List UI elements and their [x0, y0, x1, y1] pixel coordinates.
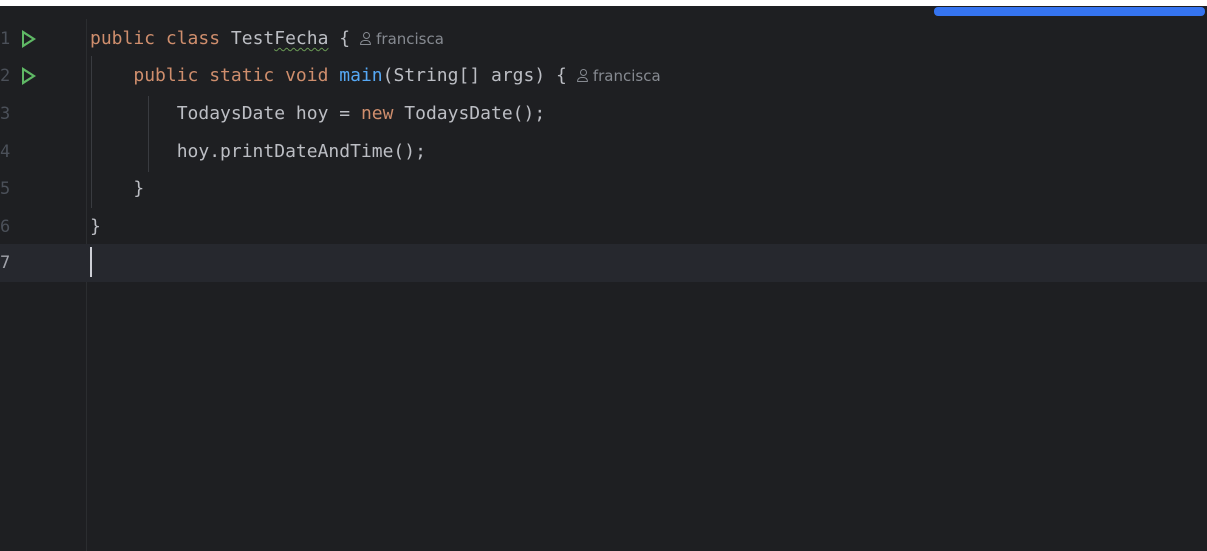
code-line[interactable]: 5 } — [0, 170, 1207, 208]
class-name-typo-warning: Fecha — [274, 28, 329, 49]
method-name: main — [339, 65, 383, 86]
author-name: francisca — [592, 67, 661, 85]
statement: TodaysDate(); — [393, 103, 546, 124]
statement: TodaysDate hoy = — [90, 103, 361, 124]
run-gutter-icon[interactable] — [22, 30, 36, 48]
author-inlay-hint[interactable]: francisca — [360, 30, 444, 48]
line-number: 7 — [0, 253, 10, 273]
person-icon — [360, 32, 372, 45]
code-line[interactable]: 6 } — [0, 208, 1207, 246]
line-number: 4 — [0, 142, 10, 162]
brace: { — [328, 28, 351, 49]
line-number: 1 — [0, 29, 10, 49]
horizontal-scrollbar-thumb[interactable] — [934, 7, 1205, 16]
closing-brace: } — [90, 216, 101, 237]
code-line[interactable]: 3 TodaysDate hoy = new TodaysDate(); — [0, 95, 1207, 133]
line-number: 2 — [0, 66, 10, 86]
keyword: public class — [90, 28, 231, 49]
class-name: Test — [230, 28, 275, 49]
editor-top-border — [0, 0, 1207, 6]
statement: hoy.printDateAndTime(); — [90, 141, 426, 162]
keyword: new — [360, 103, 394, 124]
line-number: 5 — [0, 179, 10, 199]
line-number: 6 — [0, 217, 10, 237]
closing-brace: } — [90, 178, 145, 199]
line-number: 3 — [0, 104, 10, 124]
code-line[interactable]: 2 public static void main(String[] args)… — [0, 57, 1207, 95]
code-line-current[interactable]: 7 — [0, 244, 1207, 282]
run-gutter-icon[interactable] — [22, 67, 36, 85]
code-editor[interactable]: 1 public class TestFecha { francisca 2 pu… — [0, 0, 1207, 551]
text-caret — [90, 247, 92, 277]
keyword: public static void — [133, 65, 340, 86]
code-line[interactable]: 1 public class TestFecha { francisca — [0, 20, 1207, 58]
person-icon — [576, 69, 589, 82]
code-line[interactable]: 4 hoy.printDateAndTime(); — [0, 133, 1207, 171]
author-name: francisca — [376, 30, 444, 48]
method-params: (String[] args) { — [382, 65, 567, 86]
author-inlay-hint[interactable]: francisca — [576, 67, 661, 85]
